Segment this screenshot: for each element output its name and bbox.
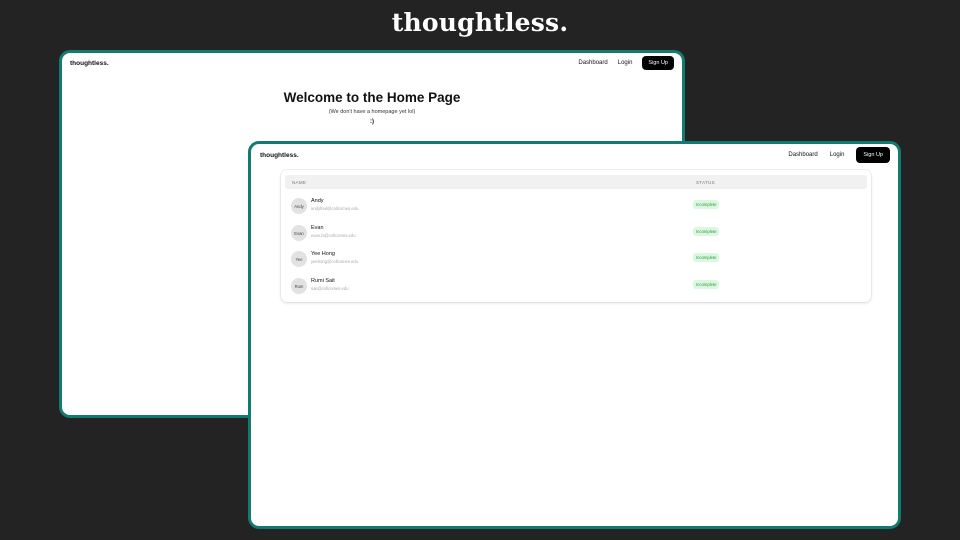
column-header-name[interactable]: NAME xyxy=(292,180,306,185)
dashboard-window: thoughtless. Dashboard Login Sign Up NAM… xyxy=(248,141,901,529)
nav-links: Dashboard Login Sign Up xyxy=(788,147,890,163)
table-row[interactable]: Yee Yee Hong yeehong@collcomes.edu Incom… xyxy=(281,248,871,274)
avatar: Rum xyxy=(291,278,307,294)
user-email: andyfred@collcomes.edu xyxy=(311,206,359,211)
user-email: sait@collcomes.edu xyxy=(311,286,349,291)
user-email: yeehong@collcomes.edu xyxy=(311,259,359,264)
table-row[interactable]: Andy Andy andyfred@collcomes.edu Incompl… xyxy=(281,195,871,221)
navbar: thoughtless. Dashboard Login Sign Up xyxy=(62,53,682,75)
avatar: Yee xyxy=(291,251,307,267)
nav-dashboard-link[interactable]: Dashboard xyxy=(578,60,607,66)
avatar: Evan xyxy=(291,225,307,241)
page-title: Welcome to the Home Page xyxy=(283,90,461,105)
nav-login-link[interactable]: Login xyxy=(618,60,633,66)
table-row[interactable]: Evan Evan evan.bi@collcomes.edu Incomple… xyxy=(281,222,871,248)
nav-dashboard-link[interactable]: Dashboard xyxy=(788,152,817,158)
users-table-card: NAME STATUS Andy Andy andyfred@collcomes… xyxy=(281,170,871,302)
brand-logo[interactable]: thoughtless. xyxy=(260,152,299,159)
page-subtitle: (We don't have a homepage yet lol) xyxy=(328,109,416,115)
user-name: Andy xyxy=(311,198,324,204)
status-badge: Incomplete xyxy=(693,280,720,289)
smiley-text: :) xyxy=(370,119,374,125)
nav-links: Dashboard Login Sign Up xyxy=(578,56,674,70)
user-name: Rumi Sait xyxy=(311,278,335,284)
user-email: evan.bi@collcomes.edu xyxy=(311,233,356,238)
signup-button[interactable]: Sign Up xyxy=(856,147,890,163)
brand-logo[interactable]: thoughtless. xyxy=(70,60,109,67)
table-row[interactable]: Rum Rumi Sait sait@collcomes.edu Incompl… xyxy=(281,275,871,301)
status-badge: Incomplete xyxy=(693,227,720,236)
hero-title: thoughtless. xyxy=(391,8,569,37)
navbar: thoughtless. Dashboard Login Sign Up xyxy=(251,144,898,168)
signup-button[interactable]: Sign Up xyxy=(642,56,674,70)
status-badge: Incomplete xyxy=(693,200,720,209)
column-header-status[interactable]: STATUS xyxy=(696,180,715,185)
status-badge: Incomplete xyxy=(693,253,720,262)
user-name: Yee Hong xyxy=(311,251,335,257)
avatar: Andy xyxy=(291,198,307,214)
nav-login-link[interactable]: Login xyxy=(830,152,845,158)
table-header: NAME STATUS xyxy=(285,175,867,189)
user-name: Evan xyxy=(311,225,324,231)
